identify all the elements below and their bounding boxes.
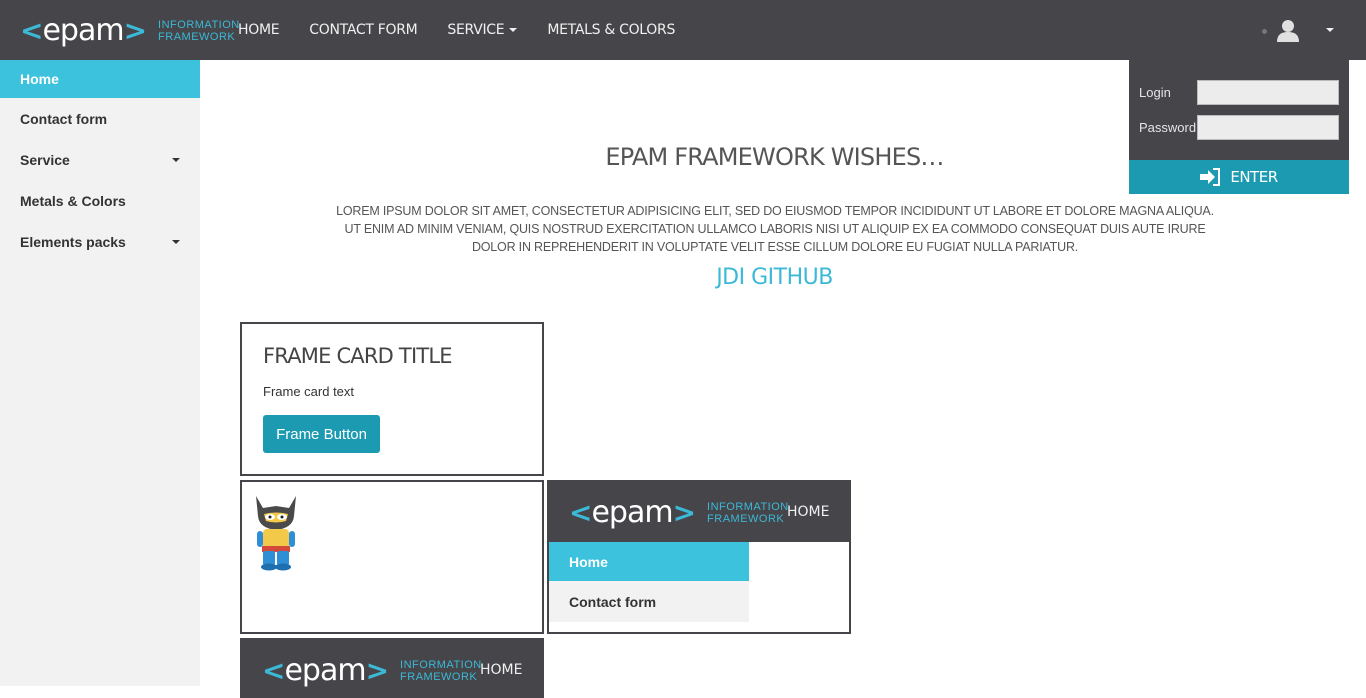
user-icon[interactable] (1276, 18, 1300, 42)
mini-navbar: < epam > INFORMATION FRAMEWORK HOME (242, 640, 542, 696)
frame-image (240, 480, 544, 634)
password-row: Password (1139, 114, 1339, 140)
password-input[interactable] (1197, 114, 1339, 140)
chevron-down-icon (172, 239, 180, 244)
login-label: Login (1139, 84, 1171, 100)
frame-card: FRAME CARD TITLE Frame card text Frame B… (240, 322, 544, 476)
sidebar-item-home[interactable]: Home (0, 60, 200, 98)
logo-wordmark: < epam > (20, 13, 147, 48)
login-row: Login (1139, 79, 1339, 105)
password-label: Password (1139, 119, 1197, 135)
superhero-image (256, 496, 296, 571)
status-dot-icon (1262, 29, 1267, 34)
sidebar-item-elements-packs[interactable]: Elements packs (0, 221, 200, 262)
sidebar-item-label: Home (20, 71, 59, 87)
login-panel: Login Password ENTER (1129, 60, 1349, 194)
nav-home[interactable]: HOME (238, 22, 280, 38)
mini-sidebar-item-contact-form[interactable]: Contact form (549, 581, 749, 622)
mini-epam-logo[interactable]: < epam > INFORMATION FRAMEWORK (569, 496, 789, 530)
card-text: Frame card text (263, 384, 355, 399)
sidebar: Home Contact form Service Metals & Color… (0, 60, 200, 686)
nav-metals-colors[interactable]: METALS & COLORS (547, 22, 675, 38)
logo-subtitle: INFORMATION FRAMEWORK (400, 659, 482, 683)
logo-subtitle: INFORMATION FRAMEWORK (707, 501, 789, 525)
sidebar-item-label: Contact form (20, 110, 108, 127)
mini-epam-logo[interactable]: < epam > INFORMATION FRAMEWORK (262, 654, 482, 688)
login-input[interactable] (1197, 79, 1339, 105)
sidebar-item-label: Metals & Colors (20, 192, 126, 209)
card-title: FRAME CARD TITLE (263, 344, 453, 368)
logo-wordmark: < epam > (569, 495, 696, 530)
logo-subtitle: INFORMATION FRAMEWORK (158, 19, 240, 43)
nav-service[interactable]: SERVICE (447, 22, 518, 38)
jdi-github-link[interactable]: JDI GITHUB (200, 265, 1349, 290)
mini-sidebar: Home Contact form (549, 542, 749, 622)
logo-wordmark: < epam > (262, 653, 389, 688)
mini-navbar: < epam > INFORMATION FRAMEWORK HOME (549, 482, 849, 542)
chevron-down-icon (509, 28, 518, 32)
main-text: LOREM IPSUM DOLOR SIT AMET, CONSECTETUR … (336, 204, 1214, 254)
sidebar-item-label: Elements packs (20, 233, 126, 250)
sidebar-item-contact-form[interactable]: Contact form (0, 98, 200, 139)
nav-service-label: SERVICE (447, 22, 505, 38)
mini-nav-home[interactable]: HOME (480, 662, 522, 678)
main-title: EPAM FRAMEWORK WISHES… (605, 143, 944, 171)
frame-mini-site: < epam > INFORMATION FRAMEWORK HOME Home C… (547, 480, 851, 634)
sidebar-item-service[interactable]: Service (0, 139, 200, 180)
top-navbar: < epam > INFORMATION FRAMEWORK HOME CONTAC… (0, 0, 1366, 60)
chevron-down-icon (172, 157, 180, 162)
frame-bottom: < epam > INFORMATION FRAMEWORK HOME (240, 638, 544, 698)
frame-button[interactable]: Frame Button (263, 415, 380, 453)
mini-sidebar-item-home[interactable]: Home (549, 542, 749, 581)
main-nav: HOME CONTACT FORM SERVICE METALS & COLOR… (238, 0, 705, 60)
user-menu-caret-icon[interactable] (1326, 28, 1334, 32)
nav-contact-form[interactable]: CONTACT FORM (309, 22, 417, 38)
mini-nav-home[interactable]: HOME (787, 504, 829, 520)
sidebar-item-metals-colors[interactable]: Metals & Colors (0, 180, 200, 221)
epam-logo[interactable]: < epam > INFORMATION FRAMEWORK (20, 14, 240, 48)
sidebar-item-label: Service (20, 151, 70, 168)
